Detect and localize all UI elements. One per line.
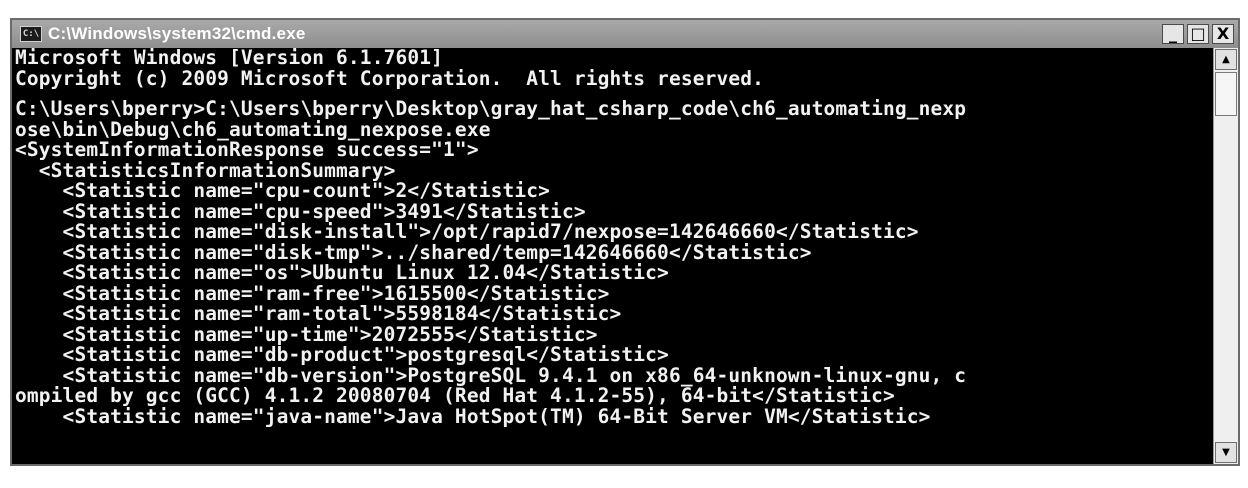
- console-line: <Statistic name="disk-install">/opt/rapi…: [15, 220, 919, 243]
- console-line: <Statistic name="cpu-count">2</Statistic…: [15, 179, 551, 202]
- console-line: <SystemInformationResponse success="1">: [15, 138, 479, 161]
- console-line: <Statistic name="ram-free">1615500</Stat…: [15, 281, 610, 305]
- console-line: <Statistic name="cpu-speed">3491</Statis…: [15, 199, 586, 223]
- minimize-button[interactable]: _: [1162, 24, 1184, 44]
- scroll-down-arrow-icon[interactable]: ▼: [1215, 442, 1237, 463]
- console-line: ompiled by gcc (GCC) 4.1.2 20080704 (Red…: [15, 384, 895, 407]
- console-line: <Statistic name="java-name">Java HotSpot…: [15, 404, 931, 428]
- console-line: <Statistic name="ram-total">5598184</Sta…: [15, 302, 622, 325]
- window-controls: _ □ X: [1159, 24, 1234, 44]
- console-line: <Statistic name="up-time">2072555</Stati…: [15, 322, 598, 346]
- cmd-icon[interactable]: C:\: [20, 26, 42, 42]
- window-title: C:\Windows\system32\cmd.exe: [48, 24, 306, 43]
- vertical-scrollbar[interactable]: ▲ ▼: [1213, 48, 1238, 464]
- console-header-line: Microsoft Windows [Version 6.1.7601]: [15, 48, 444, 69]
- scroll-up-arrow-icon[interactable]: ▲: [1215, 49, 1237, 70]
- console-line: <Statistic name="db-product">postgresql<…: [15, 343, 669, 366]
- console-line: <StatisticsInformationSummary>: [15, 158, 396, 182]
- scrollbar-thumb[interactable]: [1215, 72, 1237, 116]
- console-line: C:\Users\bperry>C:\Users\bperry\Desktop\…: [15, 97, 967, 120]
- title-bar[interactable]: C:\ C:\Windows\system32\cmd.exe _ □ X: [12, 20, 1238, 48]
- console-line: <Statistic name="os">Ubuntu Linux 12.04<…: [15, 261, 669, 284]
- close-button[interactable]: X: [1212, 24, 1234, 44]
- console-line: <Statistic name="disk-tmp">../shared/tem…: [15, 240, 812, 264]
- maximize-button[interactable]: □: [1187, 24, 1209, 44]
- console-line: ose\bin\Debug\ch6_automating_nexpose.exe: [15, 117, 491, 141]
- console-header-line: Copyright (c) 2009 Microsoft Corporation…: [15, 66, 765, 90]
- console-line: <Statistic name="db-version">PostgreSQL …: [15, 363, 967, 387]
- console-output[interactable]: Microsoft Windows [Version 6.1.7601] Cop…: [12, 48, 1215, 464]
- cmd-window: C:\ C:\Windows\system32\cmd.exe _ □ X Mi…: [10, 18, 1240, 466]
